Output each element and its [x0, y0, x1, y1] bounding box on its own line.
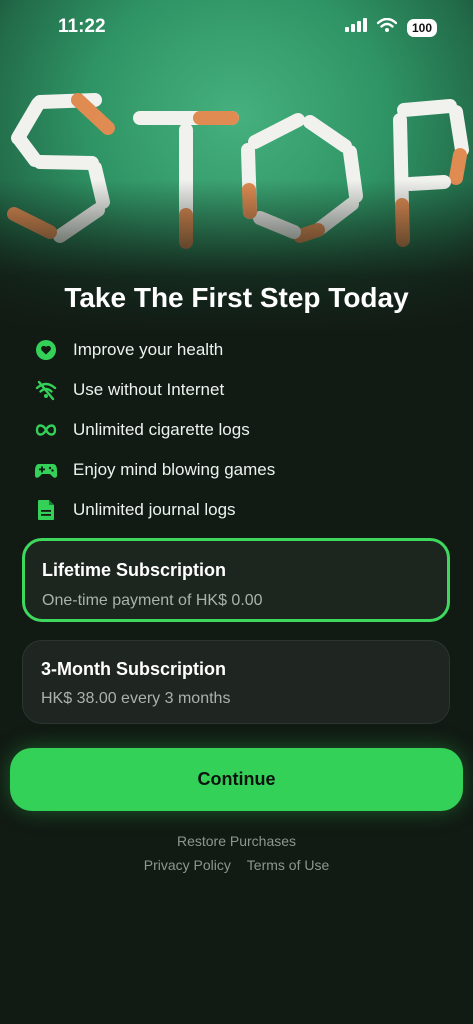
feature-label: Unlimited journal logs	[73, 500, 236, 519]
status-time: 11:22	[58, 16, 106, 37]
feature-item: Enjoy mind blowing games	[34, 450, 454, 490]
feature-item: Unlimited journal logs	[34, 490, 454, 530]
cellular-signal-icon	[344, 18, 367, 37]
plan-3-month-option[interactable]: 3-Month Subscription HK$ 38.00 every 3 m…	[22, 640, 450, 724]
plan-price: HK$ 38.00 every 3 months	[41, 690, 231, 707]
status-icons: 100	[344, 17, 437, 37]
privacy-policy-link[interactable]: Privacy Policy	[144, 857, 231, 873]
gamepad-icon	[34, 458, 58, 482]
footer-links-bottom: Privacy Policy Terms of Use	[0, 857, 473, 873]
plan-name: Lifetime Subscription	[42, 560, 227, 580]
plan-name: 3-Month Subscription	[41, 659, 226, 679]
wifi-off-icon	[34, 378, 58, 402]
feature-label: Unlimited cigarette logs	[73, 420, 250, 439]
footer-links-top: Restore Purchases	[0, 833, 473, 849]
continue-button[interactable]: Continue	[10, 748, 463, 811]
feature-label: Enjoy mind blowing games	[73, 460, 276, 479]
feature-label: Improve your health	[73, 340, 224, 359]
feature-list: Improve your health Use without Internet…	[34, 330, 454, 530]
terms-of-use-link[interactable]: Terms of Use	[247, 857, 329, 873]
restore-purchases-link[interactable]: Restore Purchases	[177, 833, 296, 849]
feature-item: Unlimited cigarette logs	[34, 410, 454, 450]
document-icon	[34, 498, 58, 522]
wifi-icon	[376, 17, 398, 37]
feature-item: Use without Internet	[34, 370, 454, 410]
infinity-icon	[34, 418, 58, 442]
heart-icon	[34, 338, 58, 362]
plan-lifetime-option[interactable]: Lifetime Subscription One-time payment o…	[22, 538, 450, 622]
feature-item: Improve your health	[34, 330, 454, 370]
plan-price: One-time payment of HK$ 0.00	[42, 592, 263, 609]
feature-label: Use without Internet	[73, 380, 225, 399]
page-title: Take The First Step Today	[64, 282, 409, 313]
battery-indicator: 100	[406, 18, 437, 37]
status-bar: 11:22 100	[0, 0, 473, 56]
